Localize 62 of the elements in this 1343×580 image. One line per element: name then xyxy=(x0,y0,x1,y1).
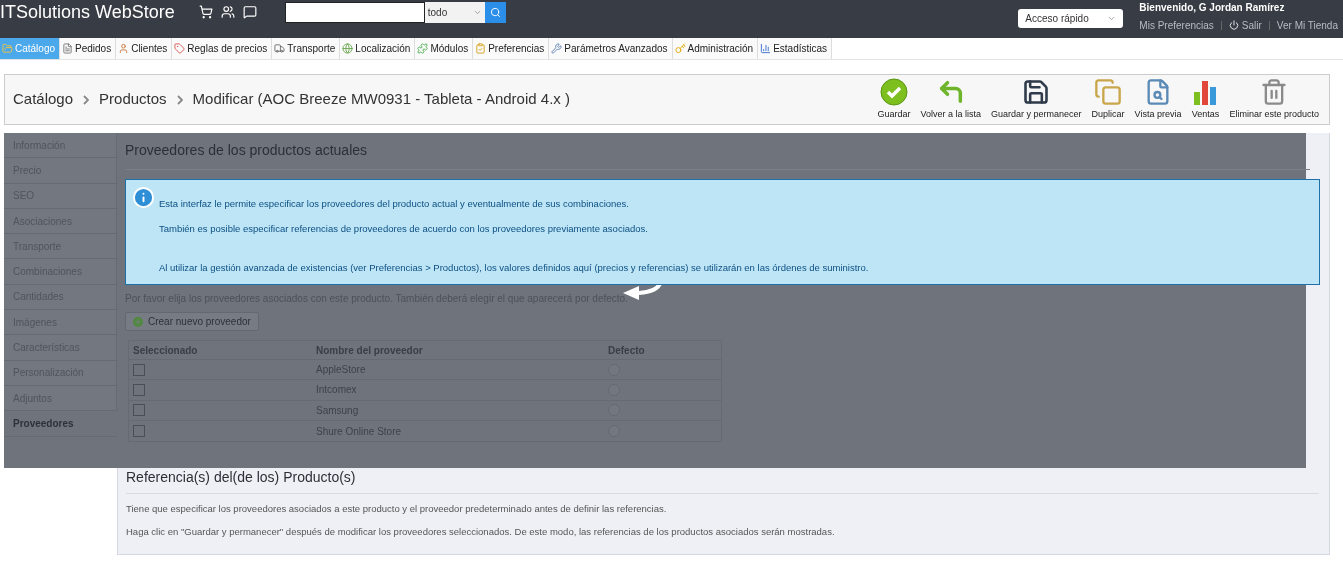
row-checkbox[interactable] xyxy=(133,425,145,438)
welcome-text: Bienvenido, G Jordan Ramírez xyxy=(1139,1,1286,14)
row-checkbox[interactable] xyxy=(133,404,145,417)
globe-icon xyxy=(342,43,354,54)
section-title: Proveedores de los productos actuales xyxy=(125,141,369,160)
logout-link[interactable]: Salir xyxy=(1228,17,1262,33)
cart-icon[interactable] xyxy=(198,5,213,19)
menu-tab[interactable]: Preferencias xyxy=(473,38,550,59)
document-icon xyxy=(62,43,74,54)
key-icon xyxy=(674,43,686,54)
menu-tab[interactable]: Parámetros Avanzados xyxy=(549,38,673,59)
menu-tab[interactable]: Transporte xyxy=(272,38,341,59)
toolbar-button[interactable]: Ventas xyxy=(1187,77,1224,122)
clipboard-icon xyxy=(475,43,487,54)
toolbar-button[interactable]: Duplicar xyxy=(1087,77,1129,122)
menu-tab[interactable]: Localización xyxy=(340,38,416,59)
toolbar-button[interactable]: Vista previa xyxy=(1130,77,1186,122)
view-store-link[interactable]: Ver Mi Tienda xyxy=(1276,17,1338,33)
truck-icon xyxy=(274,43,286,54)
check-circle-icon xyxy=(880,77,908,106)
toolbar-button[interactable]: Guardar xyxy=(873,77,915,122)
note-text: Tiene que especificar los proveedores asociados a este producto y el proveedor predeterminado antes de definir las referencias. xyxy=(126,502,668,516)
search-scope-select[interactable]: todo xyxy=(424,1,485,23)
search-button[interactable] xyxy=(484,1,506,23)
section-title: Referencia(s) del(de los) Producto(s) xyxy=(126,468,357,487)
search-field[interactable] xyxy=(284,1,425,23)
menu-tab[interactable]: Módulos xyxy=(415,38,474,59)
info-icon xyxy=(132,186,155,209)
plus-icon xyxy=(133,316,143,327)
chevron-icon xyxy=(176,94,183,105)
tag-icon xyxy=(174,43,186,54)
menu-tab[interactable]: Administración xyxy=(672,38,759,59)
row-checkbox[interactable] xyxy=(133,383,145,396)
chevron-icon xyxy=(83,94,90,105)
users-icon[interactable] xyxy=(220,5,235,19)
toolbar-button[interactable]: Volver a la lista xyxy=(916,77,986,122)
chat-icon[interactable] xyxy=(242,5,257,19)
quick-access-select[interactable]: Acceso rápido xyxy=(1018,8,1124,28)
puzzle-icon xyxy=(417,43,429,54)
bar-chart-icon xyxy=(760,43,772,54)
row-checkbox[interactable] xyxy=(133,363,145,376)
toolbar-button[interactable]: Guardar y permanecer xyxy=(987,77,1086,122)
search-icon xyxy=(489,6,501,18)
folder-icon xyxy=(2,43,13,54)
note-text: Haga clic en "Guardar y permanecer" después de modificar los proveedores seleccionados. De este modo, las referencias de los productos asociados serán mostradas. xyxy=(126,525,836,540)
menu-tab[interactable]: Clientes xyxy=(116,38,173,59)
preferences-link[interactable]: Mis Preferencias xyxy=(1139,17,1214,33)
store-title: ITSolutions WebStore xyxy=(0,3,175,21)
wrench-icon xyxy=(551,43,563,54)
power-icon xyxy=(1228,20,1239,30)
info-text: Esta interfaz le permite especificar los proveedores del producto actual y eventualmente de sus combinaciones. xyxy=(159,197,630,211)
toolbar-button[interactable]: Eliminar este producto xyxy=(1225,77,1323,122)
breadcrumb-item: Modificar (AOC Breeze MW0931 - Tableta - Android 4.x ) xyxy=(192,89,570,110)
info-text: Al utilizar la gestión avanzada de existencias (ver Preferencias > Productos), los valores definidos aquí (precios y referencias) se utilizarán en las órdenes de suministro. xyxy=(159,260,870,275)
person-icon xyxy=(118,43,130,54)
breadcrumb-item[interactable]: Productos xyxy=(99,88,167,111)
menu-tab[interactable]: Pedidos xyxy=(60,38,117,59)
breadcrumb-item[interactable]: Catálogo xyxy=(13,88,74,111)
menu-tab[interactable]: Estadísticas xyxy=(758,38,833,59)
info-text: También es posible especificar referencias de proveedores de acuerdo con los proveedores previamente asociados. xyxy=(159,222,649,237)
menu-tab[interactable]: Reglas de precios xyxy=(172,38,273,59)
copy-icon xyxy=(1094,77,1123,106)
